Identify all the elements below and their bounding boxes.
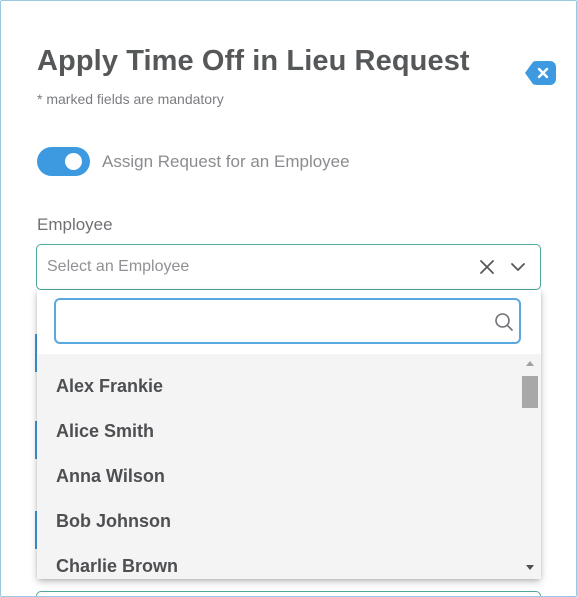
- close-icon: [537, 67, 549, 79]
- chevron-down-icon[interactable]: [510, 261, 526, 273]
- employee-label: Employee: [37, 215, 113, 234]
- employee-select-placeholder: Select an Employee: [47, 258, 190, 275]
- employee-option-list: Alex Frankie Alice Smith Anna Wilson Bob…: [37, 354, 520, 579]
- toggle-knob: [65, 153, 82, 170]
- scroll-thumb[interactable]: [522, 376, 538, 408]
- time-off-in-lieu-dialog: Apply Time Off in Lieu Request * marked …: [0, 0, 577, 597]
- list-item[interactable]: Alex Frankie: [56, 364, 163, 409]
- underlying-field: [36, 591, 541, 596]
- employee-select[interactable]: Select an Employee: [36, 244, 541, 290]
- close-button[interactable]: [525, 61, 556, 85]
- scroll-down-arrow-icon[interactable]: [526, 565, 534, 570]
- assign-request-label: Assign Request for an Employee: [102, 152, 350, 171]
- employee-search-input[interactable]: [64, 308, 488, 336]
- scroll-up-arrow-icon[interactable]: [526, 361, 534, 366]
- list-item[interactable]: Alice Smith: [56, 409, 154, 454]
- clear-icon[interactable]: [479, 259, 495, 275]
- mandatory-note: * marked fields are mandatory: [37, 91, 224, 107]
- employee-dropdown: Alex Frankie Alice Smith Anna Wilson Bob…: [37, 290, 541, 579]
- employee-search-box[interactable]: [54, 298, 521, 344]
- search-icon: [495, 313, 513, 331]
- page-title: Apply Time Off in Lieu Request: [37, 45, 470, 77]
- assign-request-toggle[interactable]: [37, 147, 90, 176]
- list-item[interactable]: Charlie Brown: [56, 544, 178, 579]
- list-scrollbar[interactable]: [520, 354, 541, 579]
- list-item[interactable]: Bob Johnson: [56, 499, 171, 544]
- list-item[interactable]: Anna Wilson: [56, 454, 165, 499]
